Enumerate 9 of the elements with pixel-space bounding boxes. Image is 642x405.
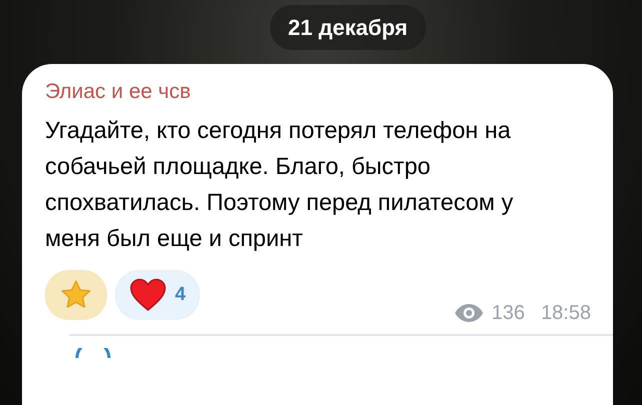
heart-icon [129, 278, 167, 312]
date-pill: 21 декабря [270, 5, 426, 50]
heart-reaction[interactable]: 4 [115, 270, 200, 320]
message-text: Угадайте, кто сегодня потерял телефон на собачьей площадке. Благо, быстро спохватилась. Поэтому перед пилатесом у меня был еще и спринт [45, 116, 514, 253]
star-reaction[interactable] [45, 270, 107, 320]
view-count: 136 [492, 301, 525, 326]
eye-icon [454, 303, 484, 323]
message-time: 18:58 [540, 301, 591, 326]
author-name[interactable]: Элиас и ее чсв [45, 78, 613, 106]
